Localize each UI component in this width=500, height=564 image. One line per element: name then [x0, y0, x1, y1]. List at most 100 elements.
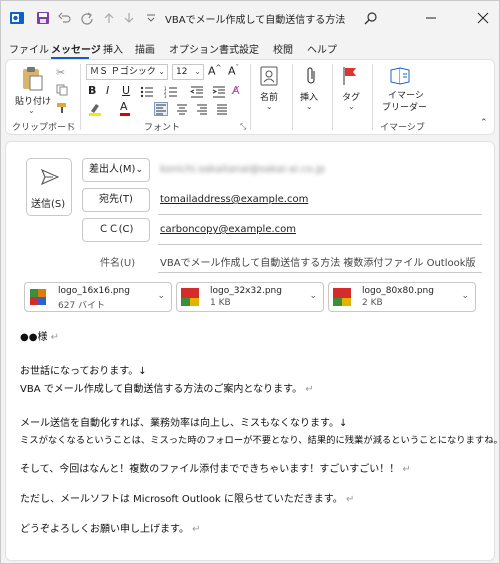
chevron-down-icon[interactable]: ⌄ — [309, 291, 317, 301]
outlook-app-icon — [9, 10, 25, 26]
save-icon[interactable] — [35, 10, 51, 26]
close-icon[interactable] — [475, 10, 491, 26]
compose-pane: 送信(S) 差出人(M) ⌄ konichi.sakaitanai@sakai-… — [5, 141, 500, 561]
align-center-icon[interactable] — [176, 103, 188, 118]
redo-icon[interactable] — [79, 10, 95, 26]
title-bar: VBAでメール作成して自動送信する方法 複… — [1, 1, 499, 35]
body-line[interactable]: VBA でメール作成して自動送信する方法のご案内となります。 ↵ — [20, 380, 314, 395]
paste-chevron-icon[interactable]: ⌄ — [28, 106, 35, 115]
subject-field[interactable]: VBAでメール作成して自動送信する方法 複数添付ファイル Outlook版 — [160, 254, 476, 269]
search-icon[interactable] — [363, 10, 379, 26]
arrow-up-icon[interactable] — [101, 10, 117, 26]
highlight-color-icon[interactable] — [88, 102, 102, 119]
align-left-icon[interactable] — [154, 102, 168, 116]
grow-font-icon[interactable]: A^ — [208, 64, 221, 78]
cut-icon[interactable]: ✂ — [56, 66, 65, 79]
cc-field-underline — [158, 244, 482, 245]
tab-review[interactable]: 校閲 — [273, 41, 293, 56]
attachment-logo-32[interactable]: logo_32x32.png 1 KB ⌄ — [176, 282, 324, 312]
body-line[interactable]: そして、今回はなんと！複数のファイル添付までできちゃいます！すごいすごい！！ ↵ — [20, 460, 411, 475]
image-thumbnail-icon — [333, 288, 351, 306]
minimize-icon[interactable] — [423, 10, 439, 26]
font-color-icon[interactable]: A — [120, 100, 130, 116]
tab-insert[interactable]: 挿入 — [103, 41, 123, 56]
clear-formatting-icon[interactable]: A̸ — [232, 84, 240, 97]
ribbon: 貼り付け ⌄ ✂ クリップボード ⤡ ＭＳ Ｐゴシック ⌄ 12 ⌄ A^ Aˇ B… — [5, 59, 495, 135]
attachment-size: 627 バイト — [58, 301, 106, 311]
send-label: 送信(S) — [31, 199, 66, 210]
underline-icon[interactable]: U — [122, 84, 130, 97]
increase-indent-icon[interactable] — [212, 86, 226, 101]
tab-options[interactable]: オプション — [169, 41, 219, 56]
attachment-logo-80[interactable]: logo_80x80.png 2 KB ⌄ — [328, 282, 476, 312]
align-right-icon[interactable] — [196, 103, 208, 118]
bullets-icon[interactable] — [140, 86, 154, 101]
bold-icon[interactable]: B — [88, 84, 96, 97]
address-book-icon[interactable] — [260, 66, 278, 89]
tab-draw[interactable]: 描画 — [135, 41, 155, 56]
attachment-name: logo_32x32.png — [210, 286, 282, 296]
font-name-select[interactable]: ＭＳ Ｐゴシック ⌄ — [86, 64, 168, 80]
paste-icon[interactable] — [20, 66, 44, 92]
font-name-value: ＭＳ Ｐゴシック — [90, 67, 156, 77]
window-title: VBAでメール作成して自動送信する方法 複… — [165, 15, 345, 26]
cc-button[interactable]: ＣＣ(C) — [82, 218, 150, 242]
to-button[interactable]: 宛先(T) — [82, 188, 150, 212]
to-field[interactable]: tomailaddress@example.com — [160, 194, 308, 205]
undo-icon[interactable] — [57, 10, 73, 26]
line-spacing-icon[interactable] — [216, 103, 228, 118]
clipboard-group-label: クリップボード — [12, 123, 76, 133]
attach-file-icon[interactable] — [304, 66, 318, 89]
outlook-compose-window: VBAでメール作成して自動送信する方法 複… ファイル メッセージ 挿入 描画 … — [0, 0, 500, 564]
subject-field-underline — [158, 272, 482, 273]
chevron-down-icon: ⌄ — [194, 67, 201, 76]
numbering-icon[interactable]: 123 — [164, 86, 178, 101]
from-label: 差出人(M) — [89, 164, 136, 175]
body-line[interactable]: お世話になっております。↓ — [20, 362, 147, 377]
attachment-logo-16[interactable]: logo_16x16.png 627 バイト ⌄ — [24, 282, 172, 312]
collapse-ribbon-icon[interactable]: ⌃ — [480, 118, 488, 128]
clipboard-launcher-icon[interactable]: ⤡ — [68, 122, 74, 132]
flag-icon[interactable] — [342, 66, 358, 89]
italic-icon[interactable]: I — [106, 84, 109, 97]
to-field-underline — [158, 214, 482, 215]
arrow-down-icon[interactable] — [121, 10, 137, 26]
shrink-font-icon[interactable]: Aˇ — [228, 64, 239, 78]
attachment-name: logo_80x80.png — [362, 286, 434, 296]
chevron-down-icon: ⌄ — [158, 67, 165, 76]
cc-field[interactable]: carboncopy@example.com — [160, 224, 296, 235]
ribbon-tabs: ファイル メッセージ 挿入 描画 オプション 書式設定 校閲 ヘルプ — [1, 37, 499, 59]
font-launcher-icon[interactable]: ⤡ — [240, 122, 246, 132]
body-line[interactable]: ただし、メールソフトは Microsoft Outlook に限らせていただきま… — [20, 490, 354, 505]
body-line[interactable]: ●●様 ↵ — [20, 328, 59, 343]
customize-qat-icon[interactable] — [143, 10, 159, 26]
tab-file[interactable]: ファイル — [9, 41, 49, 56]
svg-text:3: 3 — [164, 94, 167, 98]
immersive-group-label: イマーシブ — [380, 123, 425, 133]
subject-label: 件名(U) — [100, 258, 136, 269]
immersive-reader-label-2[interactable]: ブリーダー — [382, 100, 427, 113]
from-address: konichi.sakaitanai@sakai-ai.co.jp — [160, 164, 325, 175]
font-size-value: 12 — [176, 67, 188, 77]
chevron-down-icon: ⌄ — [135, 165, 143, 175]
names-chevron-icon: ⌄ — [266, 102, 273, 111]
tab-message[interactable]: メッセージ — [51, 41, 101, 56]
copy-icon[interactable] — [56, 84, 68, 99]
image-thumbnail-icon — [30, 289, 46, 305]
font-size-select[interactable]: 12 ⌄ — [172, 64, 204, 80]
from-button[interactable]: 差出人(M) ⌄ — [82, 158, 150, 182]
chevron-down-icon[interactable]: ⌄ — [461, 291, 469, 301]
body-line[interactable]: どうぞよろしくお願い申し上げます。 ↵ — [20, 520, 201, 535]
send-icon — [41, 169, 59, 185]
insert-chevron-icon: ⌄ — [306, 102, 313, 111]
immersive-reader-icon[interactable] — [390, 66, 412, 89]
tab-help[interactable]: ヘルプ — [307, 41, 337, 56]
body-line[interactable]: ミスがなくなるということは、ミスった時のフォローが不要となり、結果的に残業が減る… — [20, 432, 500, 446]
body-line[interactable]: メール送信を自動化すれば、業務効率は向上し、ミスもなくなります。↓ — [20, 414, 347, 429]
tab-format-text[interactable]: 書式設定 — [219, 41, 259, 56]
font-group-label: フォント — [144, 123, 181, 133]
send-button[interactable]: 送信(S) — [26, 158, 72, 216]
format-painter-icon[interactable] — [56, 102, 68, 117]
decrease-indent-icon[interactable] — [189, 86, 204, 101]
chevron-down-icon[interactable]: ⌄ — [157, 291, 165, 301]
